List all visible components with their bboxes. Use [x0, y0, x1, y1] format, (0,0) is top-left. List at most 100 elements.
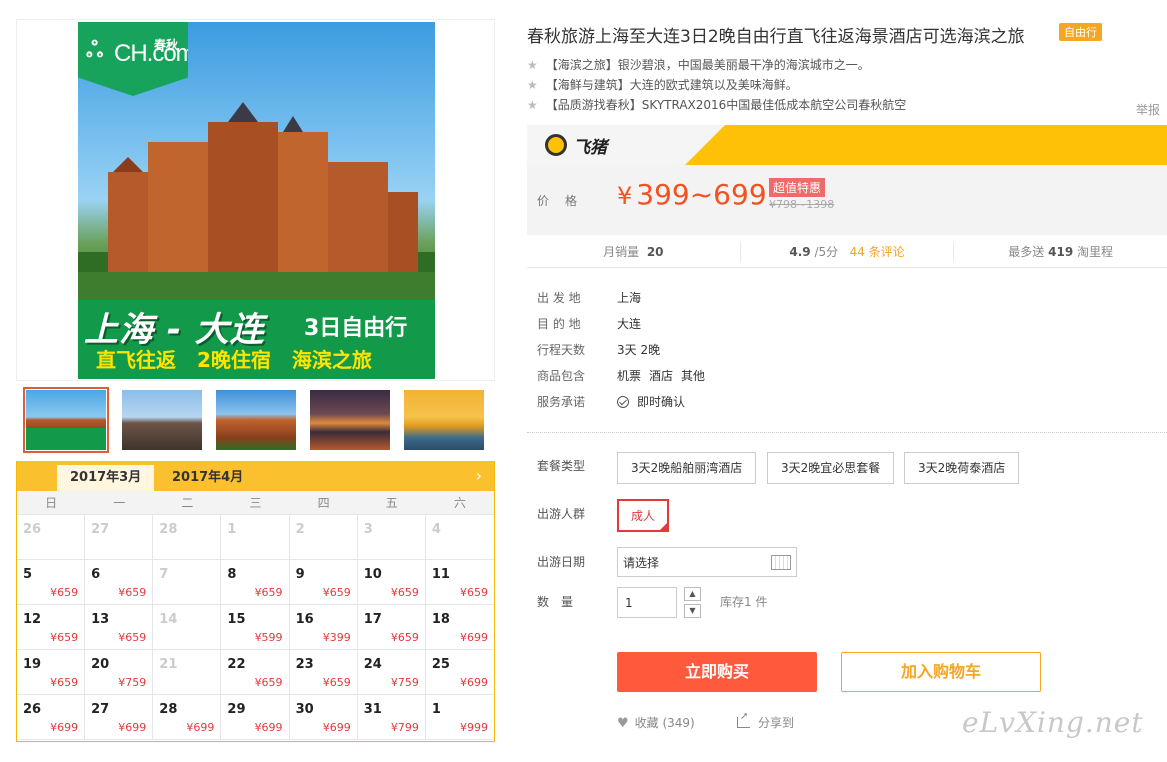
info-key: 目 的 地: [537, 317, 581, 331]
miles-prefix: 最多送: [1008, 245, 1045, 259]
calendar-day-cell: 7: [153, 560, 222, 605]
calendar-day-cell[interactable]: 17 ¥659: [357, 605, 426, 650]
calendar-day-cell: 21: [153, 650, 222, 695]
calendar-day-number: 17: [363, 612, 382, 627]
add-to-cart-button[interactable]: 加入购物车: [841, 652, 1041, 692]
calendar-day-cell[interactable]: 25 ¥699: [425, 650, 494, 695]
report-link[interactable]: 举报: [1136, 101, 1160, 118]
date-label: 出游日期: [537, 555, 586, 569]
thumbnail-5[interactable]: [404, 390, 484, 450]
calendar-day-price: ¥659: [118, 586, 147, 599]
weekday: 日: [45, 496, 58, 510]
product-title: 春秋旅游上海至大连3日2晚自由行直飞往返海景酒店可选海滨之旅: [527, 27, 1025, 47]
calendar-day-number: 1: [431, 702, 441, 717]
package-option-1[interactable]: 3天2晚船舶丽湾酒店: [617, 452, 757, 484]
sales-count: 20: [646, 245, 664, 259]
section-divider: [527, 432, 1167, 433]
calendar-day-cell[interactable]: 26 ¥699: [17, 695, 86, 740]
calendar-day-cell[interactable]: 5 ¥659: [17, 560, 86, 605]
thumbnail-3[interactable]: [216, 390, 296, 450]
calendar-day-cell[interactable]: 19 ¥659: [17, 650, 86, 695]
calendar-day-number: 11: [431, 567, 450, 582]
calendar-day-cell[interactable]: 31 ¥799: [357, 695, 426, 740]
miles-reward: 最多送 419 淘里程: [954, 242, 1167, 262]
next-month-arrow-icon[interactable]: ›: [476, 466, 482, 485]
castle-illustration: [78, 102, 435, 302]
calendar-day-price: ¥599: [254, 631, 283, 644]
highlight-item: ★ 【海鲜与建筑】大连的欧式建筑以及美味海鲜。: [527, 75, 906, 95]
calendar-day-number: 30: [295, 702, 314, 717]
calendar-day-cell[interactable]: 6 ¥659: [85, 560, 154, 605]
buy-now-button[interactable]: 立即购买: [617, 652, 817, 692]
calendar-day-cell[interactable]: 13 ¥659: [85, 605, 154, 650]
calendar-day-number: 25: [431, 657, 450, 672]
sales-label: 月销量: [603, 245, 640, 259]
quantity-input[interactable]: [617, 587, 677, 618]
package-option-2[interactable]: 3天2晚宜必思套餐: [767, 452, 895, 484]
calendar-day-cell[interactable]: 8 ¥659: [221, 560, 290, 605]
quantity-increase-icon[interactable]: ▲: [684, 587, 701, 601]
calendar-day-cell[interactable]: 30 ¥699: [289, 695, 358, 740]
info-value: 大连: [617, 317, 642, 331]
calendar-day-price: ¥659: [254, 676, 283, 689]
package-option-3[interactable]: 3天2晚荷泰酒店: [904, 452, 1020, 484]
calendar-day-cell[interactable]: 27 ¥699: [85, 695, 154, 740]
calendar-day-price: ¥659: [322, 586, 351, 599]
calendar-day-price: ¥659: [50, 586, 79, 599]
calendar-day-price: ¥659: [390, 586, 419, 599]
calendar-icon[interactable]: [771, 555, 791, 570]
calendar-day-cell[interactable]: 29 ¥699: [221, 695, 290, 740]
favorite-label: 收藏 (349): [634, 716, 695, 730]
thumbnail-2[interactable]: [122, 390, 202, 450]
check-circle-icon: [617, 396, 629, 408]
weekday: 五: [385, 496, 398, 510]
calendar-day-number: 18: [431, 612, 450, 627]
price-calendar: 2017年3月 2017年4月 › 日 一 二 三 四 五 六 26 27 28 1 2…: [16, 461, 495, 742]
star-icon: ★: [527, 78, 538, 92]
highlight-text: 【海滨之旅】银沙碧浪，中国最美丽最干净的海滨城市之一。: [545, 58, 870, 72]
calendar-day-number: 28: [159, 702, 178, 717]
poster-tagline: 直飞往返 2晚住宿 海滨之旅: [96, 348, 372, 372]
calendar-day-cell[interactable]: 12 ¥659: [17, 605, 86, 650]
calendar-day-cell[interactable]: 16 ¥399: [289, 605, 358, 650]
calendar-day-price: ¥699: [460, 631, 488, 644]
calendar-day-price: ¥399: [322, 631, 351, 644]
people-option-adult[interactable]: 成人: [617, 499, 669, 532]
calendar-day-cell[interactable]: 1 ¥999: [425, 695, 494, 740]
include-item: 酒店: [649, 369, 674, 383]
calendar-day-number: 10: [363, 567, 382, 582]
calendar-day-number: 12: [23, 612, 42, 627]
calendar-day-number: 31: [363, 702, 382, 717]
calendar-day-cell[interactable]: 24 ¥759: [357, 650, 426, 695]
calendar-day-cell: 26: [17, 515, 86, 560]
share-button[interactable]: 分享到: [737, 711, 794, 731]
calendar-day-cell[interactable]: 11 ¥659: [425, 560, 494, 605]
thumbnail-1[interactable]: [23, 387, 109, 453]
include-item: 其他: [681, 369, 706, 383]
tab-month-april[interactable]: 2017年4月: [159, 465, 256, 491]
service-text: 即时确认: [637, 395, 686, 409]
original-price: ¥798~1398: [769, 198, 835, 211]
travel-date-input[interactable]: [617, 547, 797, 577]
calendar-day-cell[interactable]: 9 ¥659: [289, 560, 358, 605]
info-row-destination: 目 的 地 大连: [537, 313, 713, 339]
calendar-day-cell[interactable]: 28 ¥699: [153, 695, 222, 740]
quantity-decrease-icon[interactable]: ▼: [684, 604, 701, 618]
calendar-day-cell[interactable]: 15 ¥599: [221, 605, 290, 650]
calendar-day-cell: 4: [425, 515, 494, 560]
calendar-day-number: 21: [159, 657, 178, 672]
calendar-day-cell[interactable]: 18 ¥699: [425, 605, 494, 650]
calendar-day-cell[interactable]: 23 ¥659: [289, 650, 358, 695]
calendar-day-cell[interactable]: 20 ¥759: [85, 650, 154, 695]
thumbnail-4[interactable]: [310, 390, 390, 450]
calendar-day-cell[interactable]: 22 ¥659: [221, 650, 290, 695]
reviews-link[interactable]: 44 条评论: [850, 245, 905, 259]
favorite-button[interactable]: ♥ 收藏 (349): [617, 714, 695, 731]
tab-month-march[interactable]: 2017年3月: [57, 465, 155, 491]
calendar-day-cell[interactable]: 10 ¥659: [357, 560, 426, 605]
info-key: 出 发 地: [537, 291, 581, 305]
highlight-text: 【海鲜与建筑】大连的欧式建筑以及美味海鲜。: [545, 78, 798, 92]
rating-suffix: /5分: [814, 245, 839, 259]
package-label: 套餐类型: [537, 459, 586, 473]
info-row-service: 服务承诺 即时确认: [537, 391, 713, 417]
